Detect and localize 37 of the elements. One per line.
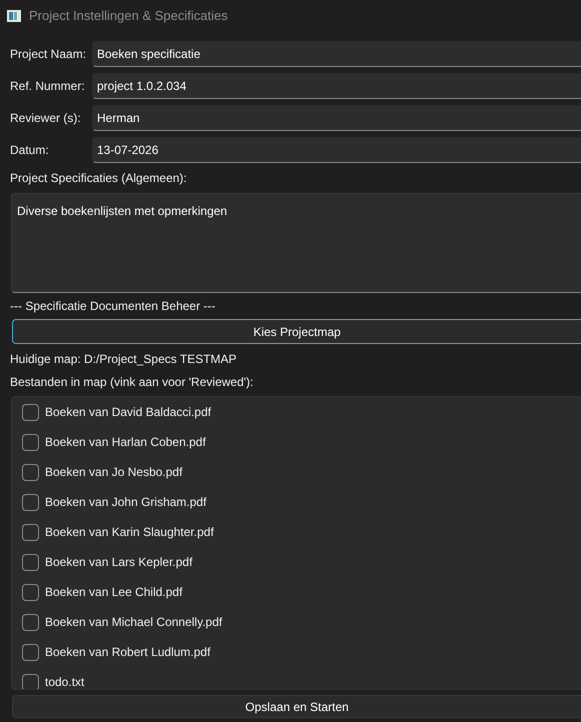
- field-label: Project Specificaties (Algemeen):: [10, 170, 188, 187]
- checkbox[interactable]: [22, 584, 39, 600]
- text-area[interactable]: Diverse boekenlijsten met opmerkingen: [11, 193, 581, 293]
- app-icon: [7, 10, 21, 22]
- field-label: Ref. Nummer:: [10, 78, 86, 95]
- checkbox[interactable]: [22, 464, 39, 480]
- file-name[interactable]: Boeken van Lee Child.pdf: [45, 583, 182, 601]
- file-name[interactable]: Boeken van Robert Ludlum.pdf: [45, 643, 210, 661]
- input-field[interactable]: project 1.0.2.034: [92, 73, 581, 99]
- file-name[interactable]: todo.txt: [45, 673, 84, 689]
- file-name[interactable]: Boeken van John Grisham.pdf: [45, 493, 206, 511]
- checkbox[interactable]: [22, 494, 39, 510]
- input-field[interactable]: 13-07-2026: [92, 137, 581, 163]
- file-name[interactable]: Boeken van Lars Kepler.pdf: [45, 553, 192, 571]
- field-label: Reviewer (s):: [10, 110, 82, 127]
- checkbox[interactable]: [22, 434, 39, 450]
- checkbox[interactable]: [22, 404, 39, 420]
- checkbox[interactable]: [22, 554, 39, 570]
- save-start-button[interactable]: Opslaan en Starten: [12, 695, 581, 718]
- file-name[interactable]: Boeken van Jo Nesbo.pdf: [45, 463, 182, 481]
- file-name[interactable]: Boeken van Michael Connelly.pdf: [45, 613, 222, 631]
- list-label: Bestanden in map (vink aan voor 'Reviewed'):: [10, 374, 254, 391]
- window-title: Project Instellingen & Specificaties: [29, 7, 228, 26]
- checkbox[interactable]: [22, 614, 39, 630]
- current-folder-text: Huidige map: D:/Project_Specs TESTMAP: [10, 351, 238, 368]
- file-name[interactable]: Boeken van David Baldacci.pdf: [45, 403, 212, 421]
- choose-folder-button[interactable]: Kies Projectmap: [12, 319, 581, 344]
- checkbox[interactable]: [22, 674, 39, 689]
- file-name[interactable]: Boeken van Harlan Coben.pdf: [45, 433, 206, 451]
- field-label: Datum:: [10, 142, 50, 159]
- input-field[interactable]: Boeken specificatie: [92, 41, 581, 67]
- file-name[interactable]: Boeken van Karin Slaughter.pdf: [45, 523, 214, 541]
- field-label: Project Naam:: [10, 46, 88, 63]
- checkbox[interactable]: [22, 644, 39, 660]
- checkbox[interactable]: [22, 524, 39, 540]
- input-field[interactable]: Herman: [92, 105, 581, 131]
- section-title: --- Specificatie Documenten Beheer ---: [10, 298, 216, 315]
